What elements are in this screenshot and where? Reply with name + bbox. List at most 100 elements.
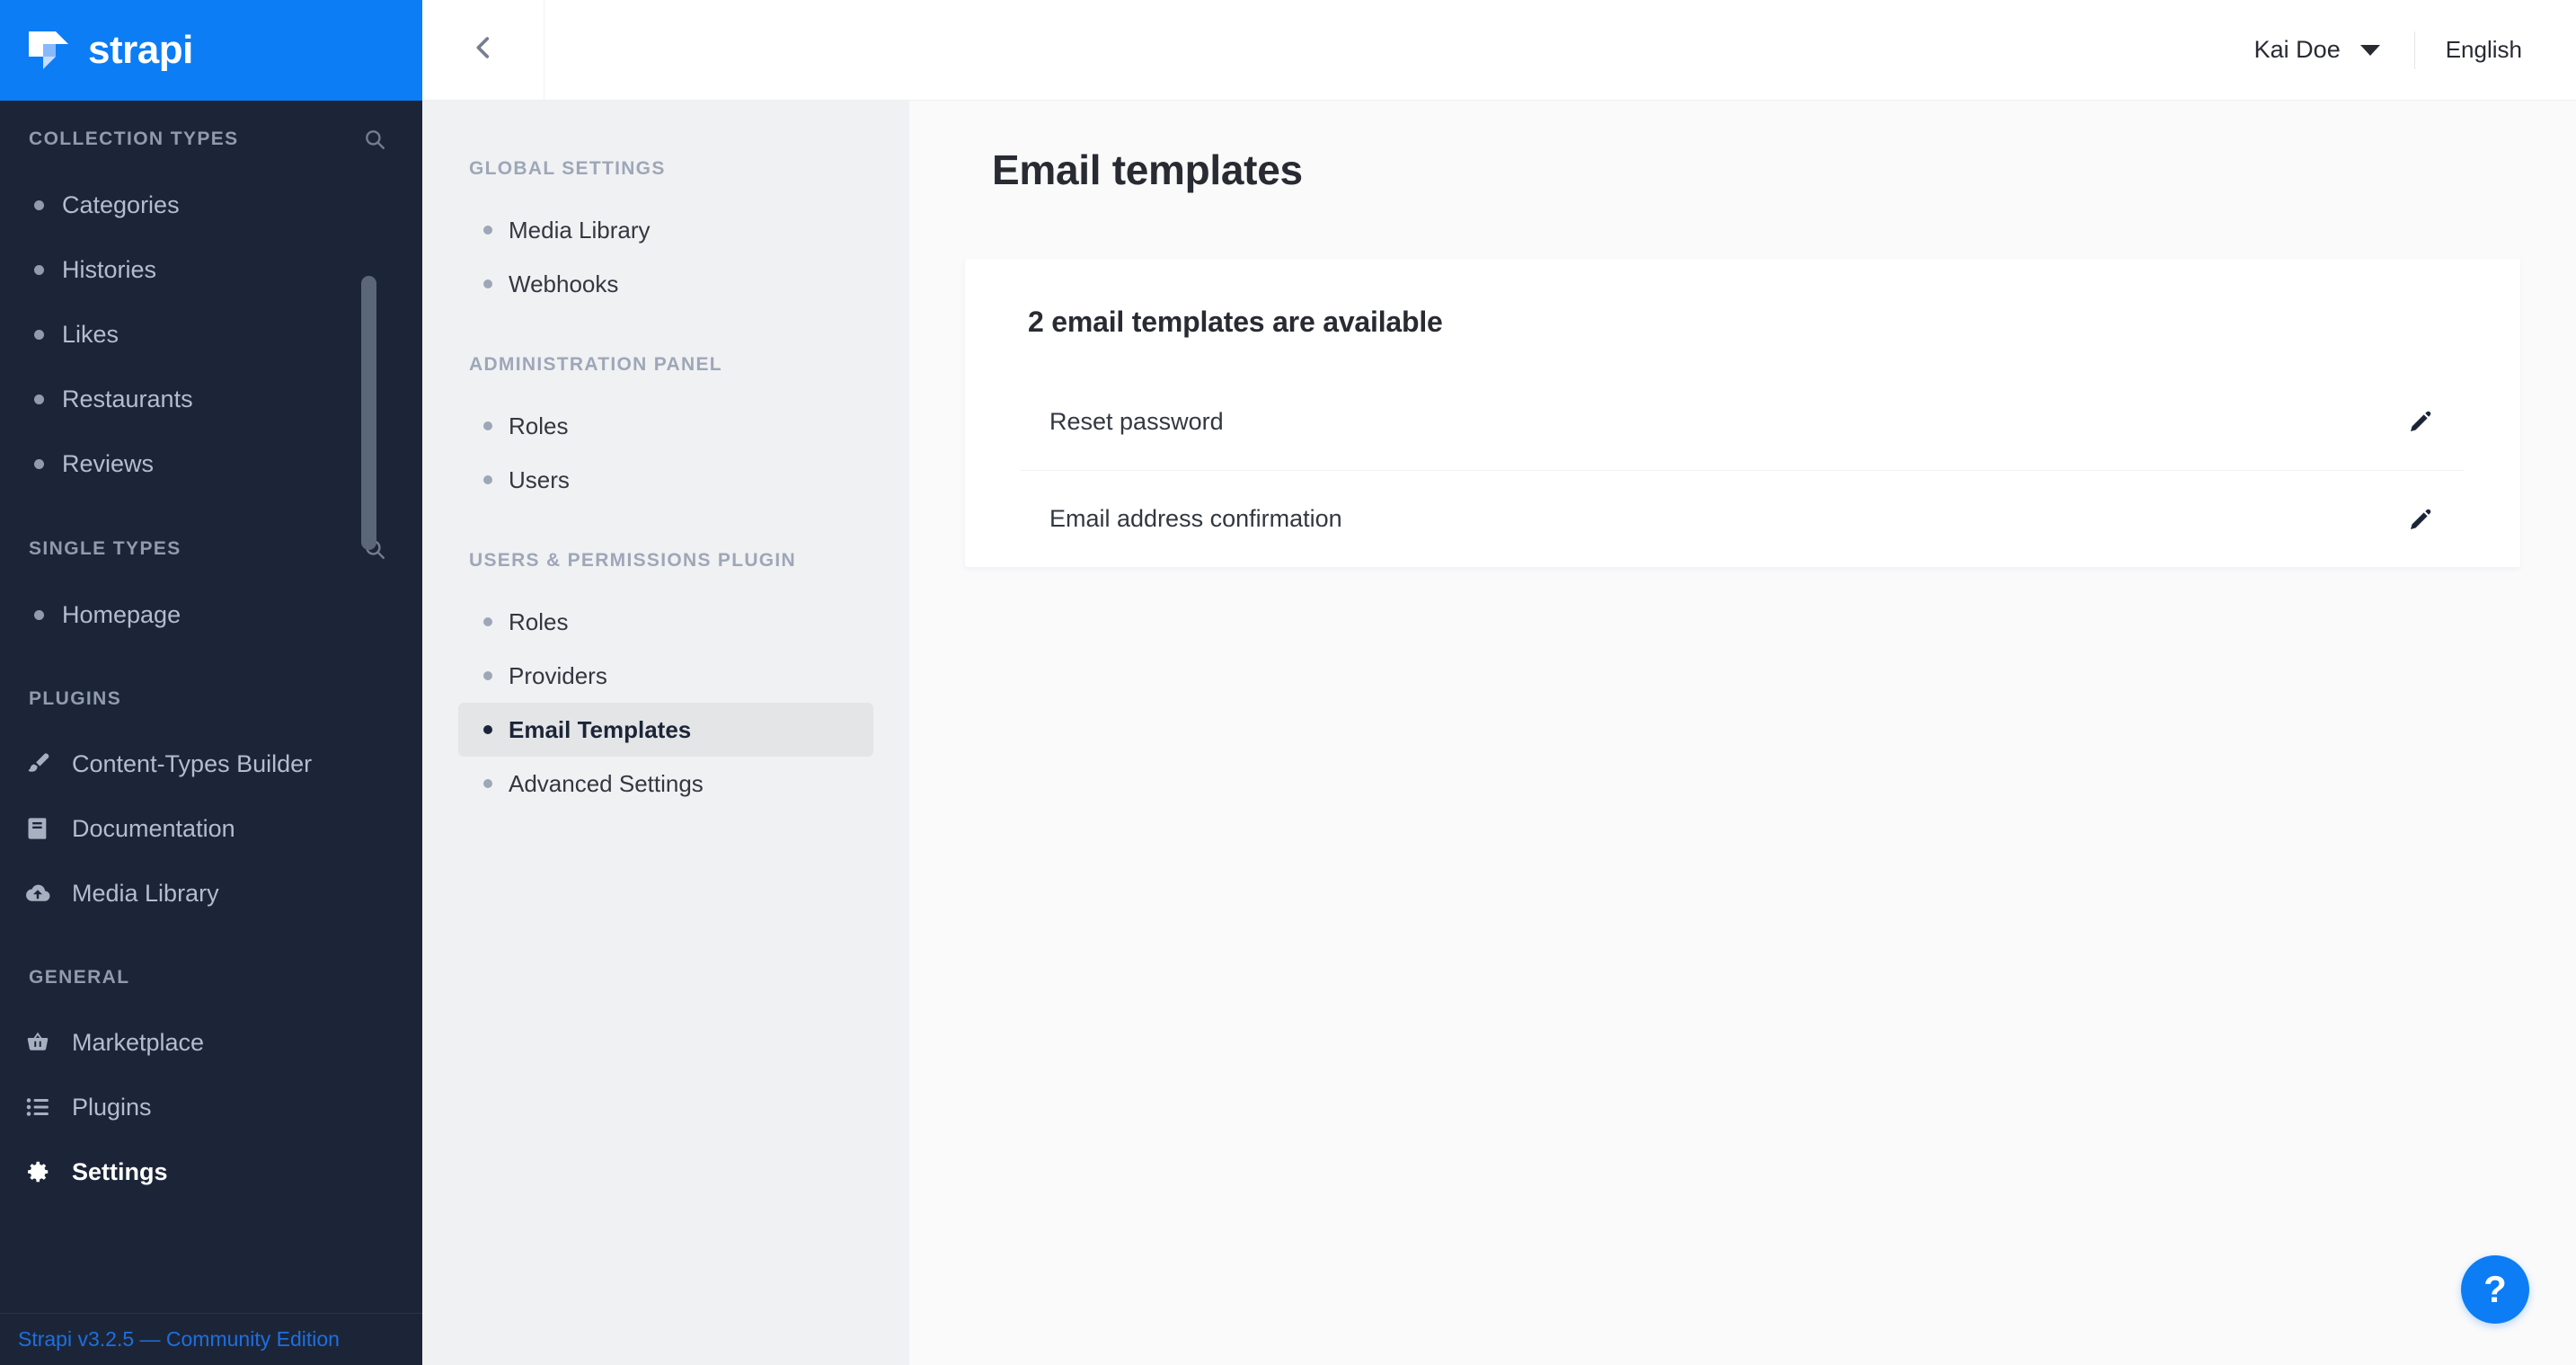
table-row[interactable]: Email address confirmation: [1021, 470, 2465, 567]
settings-item-label: Users: [509, 465, 570, 493]
sidebar-section-general: GENERAL: [0, 967, 422, 988]
bullet-icon: [483, 617, 492, 626]
table-row[interactable]: Reset password: [1021, 373, 2465, 470]
settings-item-admin-users[interactable]: Users: [458, 453, 873, 507]
user-name: Kai Doe: [2253, 36, 2341, 63]
shopping-basket-icon: [23, 1028, 52, 1057]
settings-item-label: Roles: [509, 412, 569, 439]
content-wrapper: Kai Doe English GLOBAL SETTINGS Media Li…: [422, 0, 2576, 1365]
version-link[interactable]: Strapi v3.2.5 — Community Edition: [18, 1327, 340, 1352]
paintbrush-icon: [23, 749, 52, 778]
sidebar-item-homepage[interactable]: Homepage: [0, 582, 422, 647]
sidebar-item-media-library[interactable]: Media Library: [0, 861, 422, 926]
chevron-left-icon: [468, 32, 499, 67]
bullet-icon: [34, 458, 44, 469]
settings-group-title-admin: ADMINISTRATION PANEL: [469, 354, 722, 375]
settings-item-providers[interactable]: Providers: [458, 649, 873, 703]
top-bar-right: Kai Doe English: [2220, 0, 2576, 101]
sidebar-item-label: Histories: [62, 255, 157, 283]
sidebar-item-label: Settings: [72, 1157, 168, 1185]
strapi-logo-icon: [27, 30, 74, 71]
bullet-icon: [34, 264, 44, 275]
settings-item-email-templates[interactable]: Email Templates: [458, 703, 873, 757]
bullet-icon: [483, 226, 492, 235]
settings-group-title-global: GLOBAL SETTINGS: [469, 158, 666, 179]
pencil-icon[interactable]: [2405, 504, 2436, 535]
sidebar-item-marketplace[interactable]: Marketplace: [0, 1010, 422, 1075]
sidebar-item-restaurants[interactable]: Restaurants: [0, 367, 422, 431]
sidebar-scrollbar[interactable]: [361, 276, 376, 550]
template-name: Reset password: [1049, 407, 1224, 435]
sidebar-item-plugins[interactable]: Plugins: [0, 1075, 422, 1139]
sidebar-item-reviews[interactable]: Reviews: [0, 431, 422, 496]
bullet-icon: [34, 199, 44, 210]
settings-item-label: Roles: [509, 607, 569, 635]
settings-item-media-library[interactable]: Media Library: [458, 203, 873, 257]
sidebar-item-label: Plugins: [72, 1093, 152, 1121]
sidebar-item-content-types-builder[interactable]: Content-Types Builder: [0, 731, 422, 796]
top-bar: Kai Doe English: [422, 0, 2576, 101]
list-icon: [23, 1093, 52, 1121]
back-button[interactable]: [422, 0, 544, 101]
language-selector[interactable]: English: [2415, 36, 2544, 64]
sidebar-item-label: Media Library: [72, 879, 219, 907]
settings-item-up-roles[interactable]: Roles: [458, 595, 873, 649]
template-name: Email address confirmation: [1049, 505, 1342, 532]
sidebar-item-categories[interactable]: Categories: [0, 173, 422, 237]
page-title: Email templates: [992, 146, 1303, 193]
gear-icon: [23, 1157, 52, 1186]
sidebar-section-single-types: SINGLE TYPES: [0, 537, 422, 561]
settings-item-webhooks[interactable]: Webhooks: [458, 257, 873, 311]
bullet-icon: [483, 421, 492, 430]
section-title: SINGLE TYPES: [29, 538, 181, 559]
question-mark-icon: ?: [2483, 1268, 2507, 1310]
help-button[interactable]: ?: [2461, 1255, 2529, 1324]
search-icon[interactable]: [363, 128, 386, 151]
settings-group-title-users-permissions: USERS & PERMISSIONS PLUGIN: [469, 550, 797, 571]
sidebar-scroll-area: COLLECTION TYPES Categories Histories Li…: [0, 101, 422, 1313]
sidebar-item-label: Content-Types Builder: [72, 749, 313, 777]
settings-item-advanced-settings[interactable]: Advanced Settings: [458, 757, 873, 811]
book-icon: [23, 814, 52, 843]
sidebar-item-label: Categories: [62, 191, 180, 218]
body-row: GLOBAL SETTINGS Media Library Webhooks A…: [422, 101, 2576, 1365]
main-content: Email templates 2 email templates are av…: [909, 101, 2576, 1365]
sidebar-item-label: Likes: [62, 320, 120, 348]
sidebar-item-histories[interactable]: Histories: [0, 237, 422, 302]
template-list: Reset password Email address confirmatio…: [1021, 373, 2465, 567]
section-title: COLLECTION TYPES: [29, 129, 239, 149]
pencil-icon[interactable]: [2405, 406, 2436, 437]
brand-header[interactable]: strapi: [0, 0, 422, 101]
brand-name: strapi: [88, 28, 193, 72]
sidebar-section-collection-types: COLLECTION TYPES: [0, 128, 422, 151]
settings-item-admin-roles[interactable]: Roles: [458, 399, 873, 453]
sidebar-section-plugins: PLUGINS: [0, 688, 422, 710]
email-templates-card: 2 email templates are available Reset pa…: [965, 259, 2520, 567]
sidebar-item-label: Marketplace: [72, 1028, 205, 1056]
card-title: 2 email templates are available: [1028, 306, 1443, 338]
bullet-icon: [34, 609, 44, 620]
sidebar-item-documentation[interactable]: Documentation: [0, 796, 422, 861]
section-title: PLUGINS: [29, 688, 122, 709]
sidebar-footer: Strapi v3.2.5 — Community Edition: [0, 1313, 422, 1365]
cloud-upload-icon: [23, 879, 52, 908]
app-root: strapi COLLECTION TYPES Categories Histo…: [0, 0, 2576, 1365]
settings-item-label: Advanced Settings: [509, 769, 704, 797]
main-sidebar: strapi COLLECTION TYPES Categories Histo…: [0, 0, 422, 1365]
sidebar-item-label: Documentation: [72, 814, 235, 842]
bullet-icon: [483, 475, 492, 484]
sidebar-item-label: Reviews: [62, 449, 155, 477]
bullet-icon: [34, 394, 44, 404]
user-menu[interactable]: Kai Doe: [2220, 26, 2414, 75]
bullet-icon: [483, 779, 492, 788]
settings-item-label: Media Library: [509, 216, 651, 244]
sidebar-item-likes[interactable]: Likes: [0, 302, 422, 367]
settings-item-label: Webhooks: [509, 270, 619, 297]
sidebar-item-settings[interactable]: Settings: [0, 1139, 422, 1204]
settings-nav: GLOBAL SETTINGS Media Library Webhooks A…: [422, 101, 909, 1365]
